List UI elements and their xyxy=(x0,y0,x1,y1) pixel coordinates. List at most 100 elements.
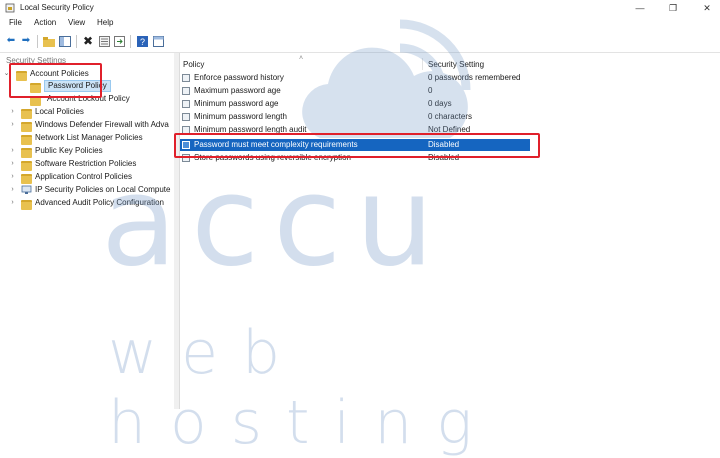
table-row[interactable]: Minimum password age 0 days xyxy=(180,98,530,110)
policy-setting: Disabled xyxy=(428,140,460,149)
tree-item-software-restriction[interactable]: › Software Restriction Policies xyxy=(0,158,174,171)
folder-icon xyxy=(21,135,32,145)
policy-setting: 0 days xyxy=(428,99,452,108)
table-row[interactable]: Minimum password length audit Not Define… xyxy=(180,124,530,136)
export-list-icon[interactable] xyxy=(113,35,125,47)
ip-security-icon xyxy=(21,185,32,194)
tree-root-security-settings[interactable]: Security Settings xyxy=(6,55,66,67)
tree-item-label: Public Key Policies xyxy=(35,146,103,155)
table-row[interactable]: Store passwords using reversible encrypt… xyxy=(180,152,530,164)
menu-action[interactable]: Action xyxy=(34,18,56,27)
folder-icon xyxy=(21,122,32,132)
console-view-icon[interactable] xyxy=(152,35,164,47)
policy-icon xyxy=(182,100,190,108)
policy-setting: Disabled xyxy=(428,153,460,162)
column-divider[interactable] xyxy=(422,58,423,70)
folder-icon xyxy=(30,83,41,93)
folder-icon xyxy=(21,174,32,184)
tree-item-account-policies[interactable]: ⌄ Account Policies xyxy=(0,68,174,81)
toolbar-separator xyxy=(76,35,77,48)
tree-item-local-policies[interactable]: › Local Policies xyxy=(0,106,174,119)
show-tree-icon[interactable] xyxy=(59,35,71,47)
title-bar: Local Security Policy — ❐ ✕ xyxy=(0,0,720,16)
expand-chevron-icon[interactable]: › xyxy=(9,184,16,196)
table-row[interactable]: Minimum password length 0 characters xyxy=(180,111,530,123)
collapse-chevron-icon[interactable]: ⌄ xyxy=(3,68,10,80)
policy-icon xyxy=(182,87,190,95)
forward-arrow-icon[interactable]: ➡ xyxy=(20,35,32,47)
policy-icon xyxy=(182,74,190,82)
tree-item-label: Advanced Audit Policy Configuration xyxy=(35,198,164,207)
minimize-button[interactable]: — xyxy=(630,2,650,14)
watermark-tagline: web hosting xyxy=(108,318,497,458)
tree-item-account-lockout-policy[interactable]: Account Lockout Policy xyxy=(0,93,174,106)
tree-item-label: Local Policies xyxy=(35,107,84,116)
list-header: Policy ˄ Security Setting xyxy=(180,55,720,70)
tree-item-public-key-policies[interactable]: › Public Key Policies xyxy=(0,145,174,158)
navigation-tree: Security Settings ⌄ Account Policies Pas… xyxy=(0,53,175,409)
expand-chevron-icon[interactable]: › xyxy=(9,106,16,118)
folder-icon xyxy=(21,200,32,210)
table-row[interactable]: Maximum password age 0 xyxy=(180,85,530,97)
column-header-security-setting[interactable]: Security Setting xyxy=(428,60,484,69)
tree-item-advanced-audit-policy[interactable]: › Advanced Audit Policy Configuration xyxy=(0,197,174,210)
maximize-button[interactable]: ❐ xyxy=(663,2,683,14)
policy-name: Password must meet complexity requiremen… xyxy=(194,140,358,149)
policy-icon xyxy=(182,113,190,121)
tree-item-label: Network List Manager Policies xyxy=(35,133,143,142)
tree-item-windows-defender-firewall[interactable]: › Windows Defender Firewall with Adva xyxy=(0,119,174,132)
menu-view[interactable]: View xyxy=(68,18,85,27)
table-row-selected[interactable]: Password must meet complexity requiremen… xyxy=(180,139,530,151)
tree-item-application-control[interactable]: › Application Control Policies xyxy=(0,171,174,184)
tree-item-label: Application Control Policies xyxy=(35,172,132,181)
expand-chevron-icon[interactable]: › xyxy=(9,197,16,209)
policy-setting: 0 passwords remembered xyxy=(428,73,521,82)
folder-icon xyxy=(30,96,41,106)
expand-chevron-icon[interactable]: › xyxy=(9,158,16,170)
policy-name: Enforce password history xyxy=(194,73,284,82)
policy-setting: Not Defined xyxy=(428,125,471,134)
security-policy-icon xyxy=(5,3,15,13)
policy-name: Store passwords using reversible encrypt… xyxy=(194,153,351,162)
menu-bar: File Action View Help xyxy=(0,16,720,31)
policy-setting: 0 characters xyxy=(428,112,473,121)
close-button[interactable]: ✕ xyxy=(697,2,717,14)
svg-text:?: ? xyxy=(139,37,144,47)
up-folder-icon[interactable] xyxy=(43,35,55,47)
column-header-policy[interactable]: Policy xyxy=(183,60,204,69)
policy-icon xyxy=(182,126,190,134)
properties-icon[interactable] xyxy=(98,35,110,47)
tree-item-label: IP Security Policies on Local Compute xyxy=(35,185,171,194)
policy-name: Minimum password length audit xyxy=(194,125,307,134)
expand-chevron-icon[interactable]: › xyxy=(9,119,16,131)
toolbar-separator xyxy=(37,35,38,48)
back-arrow-icon[interactable]: ⬅ xyxy=(5,35,17,47)
tree-item-label: Password Policy xyxy=(44,80,111,92)
expand-chevron-icon[interactable]: › xyxy=(9,171,16,183)
tree-item-label: Software Restriction Policies xyxy=(35,159,137,168)
policy-name: Minimum password length xyxy=(194,112,287,121)
tree-item-password-policy[interactable]: Password Policy xyxy=(0,80,174,93)
toolbar-separator xyxy=(130,35,131,48)
policy-icon xyxy=(182,141,190,149)
window-title: Local Security Policy xyxy=(20,3,94,12)
table-row[interactable]: Enforce password history 0 passwords rem… xyxy=(180,72,530,84)
policy-name: Minimum password age xyxy=(194,99,279,108)
help-icon[interactable]: ? xyxy=(136,35,148,47)
tree-root-label: Security Settings xyxy=(6,56,67,65)
tree-item-label: Account Lockout Policy xyxy=(47,94,130,103)
folder-icon xyxy=(21,148,32,158)
menu-file[interactable]: File xyxy=(9,18,22,27)
tree-item-label: Windows Defender Firewall with Adva xyxy=(35,120,169,129)
toolbar: ⬅ ➡ ✖ ? xyxy=(0,31,720,53)
policy-icon xyxy=(182,154,190,162)
tree-item-ip-security-policies[interactable]: › IP Security Policies on Local Compute xyxy=(0,184,174,196)
tree-item-label: Account Policies xyxy=(30,69,89,78)
menu-help[interactable]: Help xyxy=(97,18,113,27)
delete-icon[interactable]: ✖ xyxy=(82,35,94,47)
folder-icon xyxy=(21,109,32,119)
tree-item-network-list-manager[interactable]: Network List Manager Policies xyxy=(0,132,174,145)
expand-chevron-icon[interactable]: › xyxy=(9,145,16,157)
policy-name: Maximum password age xyxy=(194,86,281,95)
sort-caret-icon: ˄ xyxy=(299,55,304,62)
